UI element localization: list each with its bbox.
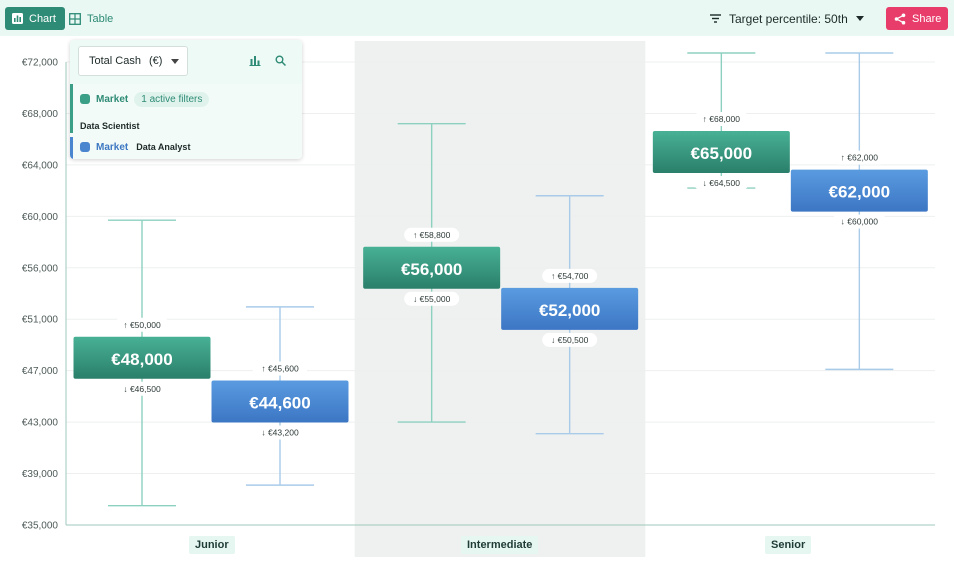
y-tick-label: €39,000 bbox=[22, 469, 59, 480]
bar-chart-icon bbox=[12, 13, 23, 24]
median-label: €56,000 bbox=[401, 260, 462, 279]
median-label: €48,000 bbox=[111, 350, 172, 369]
chevron-down-icon bbox=[171, 59, 179, 64]
lower-quantile-label: ↓ €55,000 bbox=[413, 294, 451, 304]
y-tick-label: €56,000 bbox=[22, 263, 59, 274]
target-percentile-label: Target percentile: 50th bbox=[729, 11, 848, 26]
category-label-junior: Junior bbox=[189, 536, 235, 554]
category-label-senior: Senior bbox=[765, 536, 812, 554]
lower-quantile-label: ↓ €46,500 bbox=[123, 384, 161, 394]
median-label: €52,000 bbox=[539, 301, 600, 320]
upper-quantile-label: ↑ €54,700 bbox=[551, 271, 589, 281]
chevron-down-icon bbox=[855, 16, 864, 21]
market-label: Market bbox=[96, 141, 129, 153]
lower-quantile-label: ↓ €43,200 bbox=[261, 428, 299, 438]
metric-currency: (€) bbox=[148, 55, 163, 67]
upper-quantile-label: ↑ €58,800 bbox=[413, 230, 451, 240]
table-view-label: Table bbox=[87, 12, 114, 25]
y-tick-label: €51,000 bbox=[22, 315, 59, 326]
share-button[interactable]: Share bbox=[886, 7, 948, 30]
upper-quantile-label: ↑ €68,000 bbox=[703, 114, 741, 124]
selection-data-scientist[interactable]: Market 1 active filters bbox=[70, 88, 210, 110]
lower-quantile-label: ↓ €50,500 bbox=[551, 335, 589, 345]
y-tick-label: €68,000 bbox=[22, 109, 59, 120]
metric-name: Total Cash bbox=[89, 55, 141, 67]
lower-quantile-label: ↓ €60,000 bbox=[841, 217, 879, 227]
active-filters-badge[interactable]: 1 active filters bbox=[134, 91, 210, 107]
y-tick-label: €72,000 bbox=[22, 58, 59, 69]
panel-header: Total Cash (€) bbox=[70, 40, 302, 84]
upper-quantile-label: ↑ €45,600 bbox=[261, 364, 299, 374]
metric-select[interactable]: Total Cash (€) bbox=[78, 46, 188, 76]
target-percentile-dropdown[interactable]: Target percentile: 50th bbox=[710, 7, 864, 30]
share-icon bbox=[894, 13, 906, 24]
role-label: Data Analyst bbox=[136, 142, 191, 152]
share-label: Share bbox=[912, 12, 942, 25]
series-swatch bbox=[80, 142, 90, 152]
y-tick-label: €60,000 bbox=[22, 212, 59, 223]
bar-chart-icon[interactable] bbox=[249, 55, 261, 66]
search-icon[interactable] bbox=[275, 55, 286, 66]
filter-lines-icon bbox=[710, 14, 721, 23]
table-icon bbox=[69, 12, 81, 25]
y-tick-label: €43,000 bbox=[22, 418, 59, 429]
panel-selections: Market 1 active filters Data Scientist M… bbox=[70, 84, 302, 159]
role-label: Data Scientist bbox=[80, 121, 140, 131]
selection-data-analyst[interactable]: Market Data Analyst bbox=[70, 136, 190, 158]
market-label: Market bbox=[96, 93, 129, 105]
upper-quantile-label: ↑ €50,000 bbox=[123, 320, 161, 330]
median-label: €44,600 bbox=[249, 394, 310, 413]
lower-quantile-label: ↓ €64,500 bbox=[703, 178, 741, 188]
upper-quantile-label: ↑ €62,000 bbox=[841, 153, 879, 163]
chart-view-label: Chart bbox=[29, 12, 56, 25]
y-tick-label: €64,000 bbox=[22, 160, 59, 171]
y-tick-label: €47,000 bbox=[22, 366, 59, 377]
median-label: €62,000 bbox=[829, 183, 890, 202]
y-tick-label: €35,000 bbox=[22, 521, 59, 532]
top-toolbar: Chart Table Target percentile: 50th Shar… bbox=[0, 0, 954, 36]
chart-view-button[interactable]: Chart bbox=[5, 7, 65, 30]
selection-panel: Total Cash (€) Market 1 active filters D… bbox=[70, 40, 302, 159]
median-label: €65,000 bbox=[691, 144, 752, 163]
table-view-button[interactable]: Table bbox=[69, 7, 113, 30]
series-swatch bbox=[80, 94, 90, 104]
category-label-intermediate: Intermediate bbox=[461, 536, 539, 554]
